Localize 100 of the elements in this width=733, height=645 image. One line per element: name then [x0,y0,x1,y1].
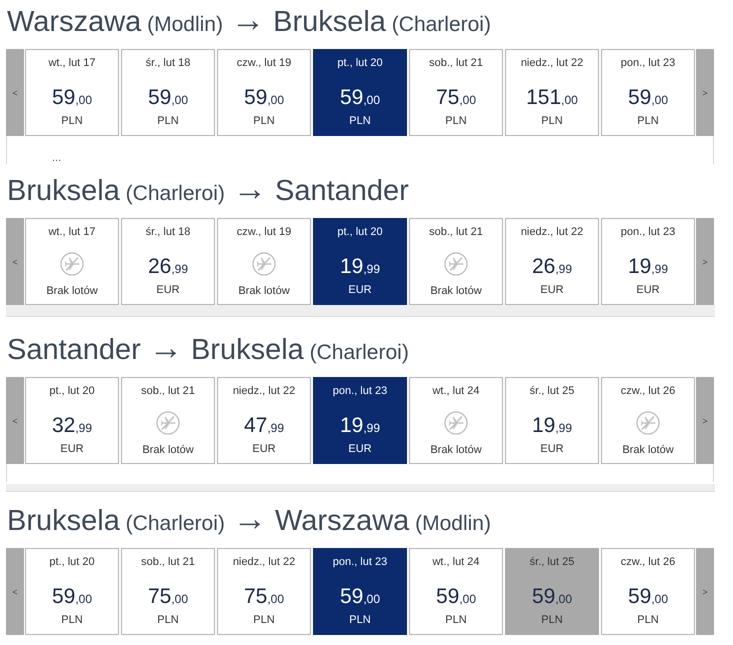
crossed-plane-icon [156,411,180,435]
date-label: pt., lut 20 [49,556,95,569]
no-flights-label: Brak lotów [142,444,194,457]
date-card[interactable]: czw., lut 26 59,00 PLN [601,548,695,635]
currency-label: EUR [60,443,84,456]
currency-label: PLN [157,614,179,627]
date-card[interactable]: sob., lut 21 Brak lotów [409,218,503,305]
date-card[interactable]: niedz., lut 22 26,99 EUR [505,218,599,305]
currency-label: PLN [541,115,563,128]
date-label: niedz., lut 22 [520,57,584,70]
price: 59,00 [244,86,284,111]
currency-label: PLN [253,614,275,627]
date-label: sob., lut 21 [141,556,195,569]
previous-button[interactable]: < [6,548,24,635]
date-card[interactable]: pon., lut 23 19,99 EUR [313,377,407,464]
currency-label: PLN [541,614,563,627]
date-label: pt., lut 20 [49,385,95,398]
date-card[interactable]: pon., lut 23 59,00 PLN [313,548,407,635]
price: 59,00 [340,86,380,111]
no-flights-label: Brak lotów [430,285,482,298]
date-card[interactable]: pt., lut 20 59,00 PLN [313,49,407,136]
date-card[interactable]: śr., lut 25 19,99 EUR [505,377,599,464]
currency-label: EUR [636,284,660,297]
route-title: Bruksela (Charleroi) → Warszawa (Modlin) [7,499,491,539]
price: 59,00 [436,585,476,610]
date-card[interactable]: pon., lut 23 19,99 EUR [601,218,695,305]
date-card[interactable]: pon., lut 23 59,00 PLN [601,49,695,136]
previous-button[interactable]: < [6,377,24,464]
date-label: sob., lut 21 [141,385,195,398]
currency-label: EUR [348,284,372,297]
price: 59,00 [628,585,668,610]
price: 75,00 [436,86,476,111]
date-label: pt., lut 20 [337,57,383,70]
previous-button[interactable]: < [6,49,24,136]
price: 59,00 [148,86,188,111]
no-flights-label: Brak lotów [430,444,482,457]
currency-label: EUR [540,284,564,297]
date-card[interactable]: śr., lut 18 59,00 PLN [121,49,215,136]
date-card[interactable]: śr., lut 18 26,99 EUR [121,218,215,305]
price: 59,00 [52,86,92,111]
currency-label: EUR [156,284,180,297]
next-button[interactable]: > [696,49,714,136]
price: 26,99 [148,255,188,280]
currency-label: PLN [253,115,275,128]
crossed-plane-icon [636,411,660,435]
date-label: czw., lut 19 [236,226,292,239]
price: 19,99 [628,255,668,280]
route-title: Warszawa (Modlin) → Bruksela (Charleroi) [7,0,491,40]
currency-label: PLN [61,614,83,627]
date-label: śr., lut 18 [146,226,190,239]
no-flights-label: Brak lotów [622,444,674,457]
price: 59,00 [628,86,668,111]
date-card[interactable]: pt., lut 20 59,00 PLN [25,548,119,635]
date-card[interactable]: sob., lut 21 Brak lotów [121,377,215,464]
date-card[interactable]: czw., lut 26 Brak lotów [601,377,695,464]
crossed-plane-icon [444,252,468,276]
currency-label: PLN [445,614,467,627]
date-label: wt., lut 17 [48,57,96,70]
date-label: niedz., lut 22 [232,385,296,398]
price: 19,99 [532,414,572,439]
date-label: wt., lut 24 [432,556,480,569]
date-label: sob., lut 21 [429,226,483,239]
date-label: pt., lut 20 [337,226,383,239]
date-card[interactable]: niedz., lut 22 47,99 EUR [217,377,311,464]
date-card[interactable]: wt., lut 17 59,00 PLN [25,49,119,136]
date-card[interactable]: pt., lut 20 32,99 EUR [25,377,119,464]
price: 19,99 [340,414,380,439]
no-flights-label: Brak lotów [238,285,290,298]
price: 59,00 [532,585,572,610]
currency-label: PLN [349,115,371,128]
date-label: śr., lut 25 [530,556,574,569]
currency-label: PLN [157,115,179,128]
date-label: pon., lut 23 [332,385,388,398]
date-label: niedz., lut 22 [520,226,584,239]
date-label: pon., lut 23 [620,226,676,239]
date-card[interactable]: sob., lut 21 75,00 PLN [409,49,503,136]
currency-label: EUR [252,443,276,456]
date-card[interactable]: czw., lut 19 59,00 PLN [217,49,311,136]
next-button[interactable]: > [696,218,714,305]
price: 26,99 [532,255,572,280]
date-card[interactable]: wt., lut 24 Brak lotów [409,377,503,464]
date-card[interactable]: śr., lut 25 59,00 PLN [505,548,599,635]
next-button[interactable]: > [696,548,714,635]
date-label: czw., lut 26 [620,385,676,398]
currency-label: PLN [637,614,659,627]
date-card[interactable]: sob., lut 21 75,00 PLN [121,548,215,635]
date-label: wt., lut 17 [48,226,96,239]
date-card[interactable]: pt., lut 20 19,99 EUR [313,218,407,305]
date-card[interactable]: wt., lut 24 59,00 PLN [409,548,503,635]
price: 59,00 [340,585,380,610]
date-label: czw., lut 26 [620,556,676,569]
next-button[interactable]: > [696,377,714,464]
ellipsis-label: ... [52,153,62,164]
date-card[interactable]: niedz., lut 22 151,00 PLN [505,49,599,136]
date-card[interactable]: wt., lut 17 Brak lotów [25,218,119,305]
date-card[interactable]: czw., lut 19 Brak lotów [217,218,311,305]
crossed-plane-icon [252,252,276,276]
date-label: niedz., lut 22 [232,556,296,569]
date-card[interactable]: niedz., lut 22 75,00 PLN [217,548,311,635]
previous-button[interactable]: < [6,218,24,305]
